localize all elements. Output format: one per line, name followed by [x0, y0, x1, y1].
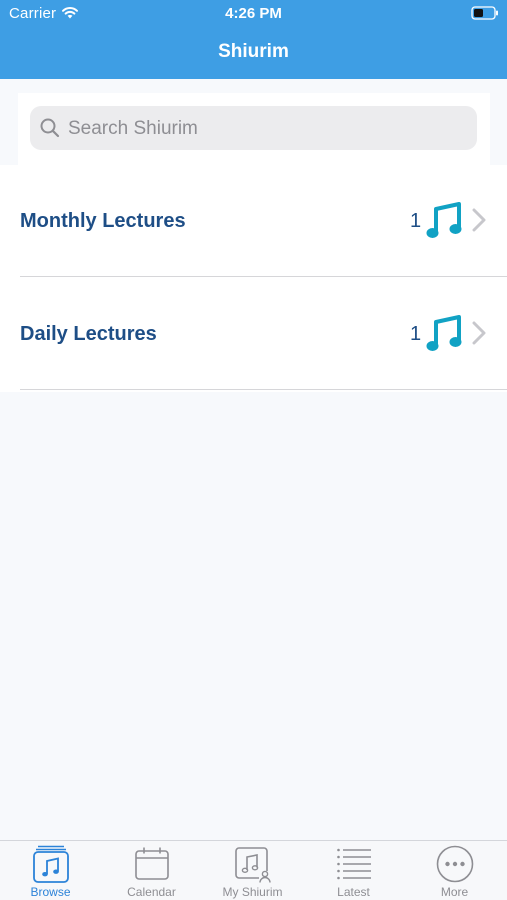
chevron-right-icon: [472, 321, 486, 345]
tab-label: Latest: [337, 885, 370, 899]
tab-label: More: [440, 885, 469, 899]
tab-calendar[interactable]: Calendar: [101, 841, 202, 900]
list-item-label: Daily Lectures: [20, 323, 157, 345]
status-bar: Carrier 4:26 PM: [0, 0, 507, 28]
tab-my-shiurim[interactable]: My Shiurim: [202, 841, 303, 900]
music-note-icon: [426, 202, 462, 238]
list-item-label: Monthly Lectures: [20, 210, 186, 232]
tab-label: Calendar: [127, 885, 176, 899]
search-bar: [18, 93, 490, 165]
screen: Carrier 4:26 PM Shiurim Month: [0, 0, 507, 900]
tab-latest[interactable]: Latest: [303, 841, 404, 900]
calendar-icon: [135, 847, 169, 880]
list-item-count: 1: [410, 210, 422, 232]
page-title: Shiurim: [218, 41, 289, 62]
search-icon: [40, 118, 60, 138]
status-time: 4:26 PM: [225, 5, 282, 22]
list-item-daily-lectures[interactable]: Daily Lectures 1: [0, 278, 507, 390]
more-icon: [436, 845, 474, 883]
my-shiurim-icon: [235, 847, 271, 883]
lectures-list: Monthly Lectures 1 Daily Lectures 1: [0, 165, 507, 392]
tab-label: My Shiurim: [222, 885, 283, 899]
browse-icon: [33, 845, 69, 883]
navigation-header: Carrier 4:26 PM Shiurim: [0, 0, 507, 79]
list-icon: [337, 848, 371, 880]
tab-label: Browse: [30, 885, 71, 899]
tab-bar: Browse Calendar My Shiurim Latest More: [0, 840, 507, 900]
row-divider: [20, 389, 507, 390]
search-input[interactable]: [66, 113, 470, 145]
search-field[interactable]: [30, 106, 477, 150]
battery-icon: [471, 6, 498, 20]
tab-more[interactable]: More: [404, 841, 505, 900]
row-divider: [20, 276, 507, 277]
chevron-right-icon: [472, 208, 486, 232]
tab-browse[interactable]: Browse: [0, 841, 101, 900]
music-note-icon: [426, 315, 462, 351]
list-item-monthly-lectures[interactable]: Monthly Lectures 1: [0, 165, 507, 277]
list-item-count: 1: [410, 323, 422, 345]
